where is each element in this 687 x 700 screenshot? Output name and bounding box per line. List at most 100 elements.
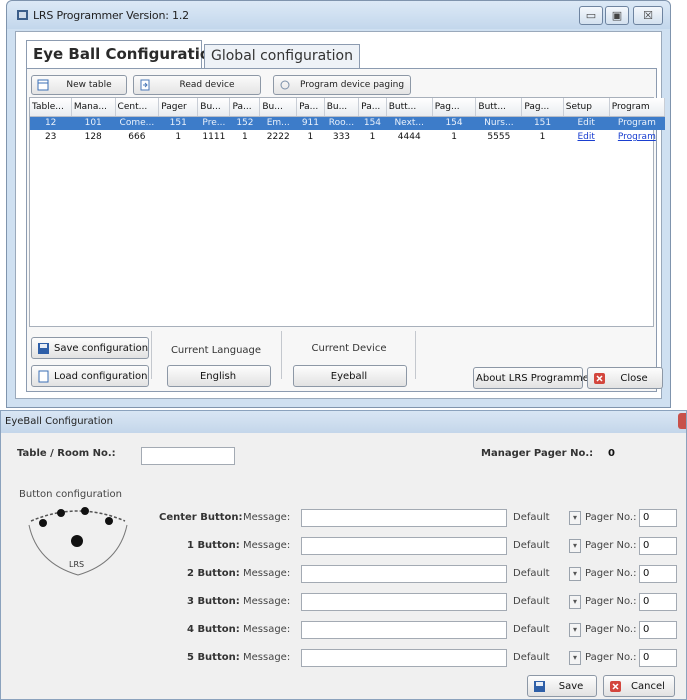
message-label: Message: — [243, 652, 291, 663]
message-input[interactable] — [301, 537, 507, 555]
button-1-label: 1 Button: — [187, 540, 240, 551]
column-header[interactable]: Butt... — [386, 98, 433, 117]
tab-global-configuration[interactable]: Global configuration — [204, 44, 360, 68]
column-header[interactable]: Setup — [563, 98, 610, 117]
grid-header-row: Table... Mana... Cent... Pager Bu... Pa.… — [30, 98, 666, 117]
pager-input[interactable]: 0 — [639, 621, 677, 639]
setup-edit-link[interactable]: Edit — [563, 130, 609, 144]
minimize-button[interactable]: ▭ — [579, 6, 603, 25]
table-cell: 911 — [296, 116, 325, 130]
save-configuration-button[interactable]: Save configuration — [31, 337, 149, 359]
pager-input[interactable]: 0 — [639, 537, 677, 555]
pager-label: Pager No.: — [585, 540, 637, 551]
table-cell: 154 — [358, 116, 387, 130]
message-label: Message: — [243, 596, 291, 607]
table-room-input[interactable] — [141, 447, 235, 465]
manager-pager-input[interactable]: 0 — [605, 446, 679, 464]
program-link[interactable]: Program — [609, 116, 665, 130]
table-row[interactable]: 12 101 Come... 151 Pre... 152 Em... 911 … — [30, 116, 665, 130]
message-input[interactable] — [301, 621, 507, 639]
table-row[interactable]: 23 128 666 1 1111 1 2222 1 333 1 4444 1 — [30, 130, 665, 144]
table-cell: 128 — [84, 132, 102, 142]
table-cell: 1 — [451, 132, 457, 142]
button-4-label: 4 Button: — [187, 624, 240, 635]
table-cell: Roo... — [324, 116, 359, 130]
load-configuration-button[interactable]: Load configuration — [31, 365, 149, 387]
default-dropdown[interactable]: ▾ — [569, 595, 581, 609]
pager-input[interactable]: 0 — [639, 649, 677, 667]
table-cell: 1 — [369, 132, 376, 142]
window-body: Eye Ball Configuration Global configurat… — [15, 31, 666, 399]
message-input[interactable] — [301, 649, 507, 667]
message-input[interactable] — [301, 565, 507, 583]
default-checkbox-label: Default — [513, 540, 550, 551]
read-device-icon — [140, 79, 150, 91]
close-button[interactable]: Close — [587, 367, 663, 389]
save-button[interactable]: Save — [527, 675, 597, 697]
table-cell: 2222 — [266, 132, 290, 142]
default-checkbox-label: Default — [513, 596, 550, 607]
column-header[interactable]: Pag... — [432, 98, 477, 117]
column-header[interactable]: Pager — [158, 98, 199, 117]
column-header[interactable]: Table... — [30, 98, 72, 117]
cancel-label: Cancel — [631, 681, 665, 692]
close-window-button[interactable]: ☒ — [633, 6, 663, 25]
button-row-4: 4 Button: Message: Default ▾ Pager No.: … — [1, 619, 687, 643]
table-cell: 154 — [432, 116, 476, 130]
default-dropdown[interactable]: ▾ — [569, 567, 581, 581]
eyeball-config-dialog: EyeBall Configuration Table / Room No.: … — [0, 410, 687, 700]
message-input[interactable] — [301, 593, 507, 611]
language-button[interactable]: English — [167, 365, 271, 387]
column-header[interactable]: Program — [609, 98, 666, 117]
dialog-title: EyeBall Configuration — [5, 416, 113, 427]
column-header[interactable]: Pa... — [358, 98, 387, 117]
message-label: Message: — [243, 568, 291, 579]
default-checkbox-label: Default — [513, 652, 550, 663]
read-device-button[interactable]: Read device — [133, 75, 261, 95]
tables-grid[interactable]: Table... Mana... Cent... Pager Bu... Pa.… — [29, 97, 666, 327]
button-row-3: 3 Button: Message: Default ▾ Pager No.: … — [1, 591, 687, 615]
current-language-label: Current Language — [170, 345, 262, 356]
column-header[interactable]: Bu... — [197, 98, 231, 117]
default-dropdown[interactable]: ▾ — [569, 623, 581, 637]
about-button[interactable]: About LRS Programmer — [473, 367, 593, 389]
default-dropdown[interactable]: ▾ — [569, 511, 581, 525]
table-cell: 1111 — [202, 132, 226, 142]
program-link[interactable]: Program — [609, 130, 664, 144]
window-title: LRS Programmer Version: 1.2 — [33, 9, 189, 22]
program-device-paging-button[interactable]: Program device paging — [273, 75, 411, 95]
dialog-close-button[interactable] — [678, 413, 686, 429]
table-cell: 12 — [30, 116, 72, 130]
default-dropdown[interactable]: ▾ — [569, 651, 581, 665]
pager-input[interactable]: 0 — [639, 593, 677, 611]
new-table-button[interactable]: New table — [31, 75, 127, 95]
column-header[interactable]: Pag... — [521, 98, 564, 117]
pager-label: Pager No.: — [585, 652, 637, 663]
maximize-button[interactable]: ▣ — [605, 6, 629, 25]
floppy-disk-icon — [534, 681, 545, 692]
device-button[interactable]: Eyeball — [293, 365, 407, 387]
title-bar[interactable]: LRS Programmer Version: 1.2 ▭ ▣ ☒ — [7, 1, 670, 29]
column-header[interactable]: Cent... — [115, 98, 160, 117]
dialog-title-bar[interactable]: EyeBall Configuration — [1, 411, 686, 433]
column-header[interactable]: Bu... — [324, 98, 360, 117]
column-header[interactable]: Mana... — [71, 98, 116, 117]
program-device-paging-label: Program device paging — [299, 80, 405, 90]
setup-edit-link[interactable]: Edit — [563, 116, 610, 130]
pager-input[interactable]: 0 — [639, 509, 677, 527]
cancel-icon — [610, 681, 621, 692]
pager-input[interactable]: 0 — [639, 565, 677, 583]
column-header[interactable]: Butt... — [475, 98, 523, 117]
table-cell: Next... — [386, 116, 433, 130]
table-cell: Nurs... — [475, 116, 522, 130]
column-header[interactable]: Bu... — [259, 98, 298, 117]
message-input[interactable] — [301, 509, 507, 527]
default-dropdown[interactable]: ▾ — [569, 539, 581, 553]
cancel-button[interactable]: Cancel — [603, 675, 675, 697]
program-paging-icon — [280, 80, 290, 90]
column-header[interactable]: Pa... — [229, 98, 261, 117]
tab-eye-ball-configuration[interactable]: Eye Ball Configuration — [26, 40, 221, 68]
table-room-label: Table / Room No.: — [17, 448, 116, 459]
new-table-label: New table — [66, 80, 112, 90]
column-header[interactable]: Pa... — [296, 98, 325, 117]
